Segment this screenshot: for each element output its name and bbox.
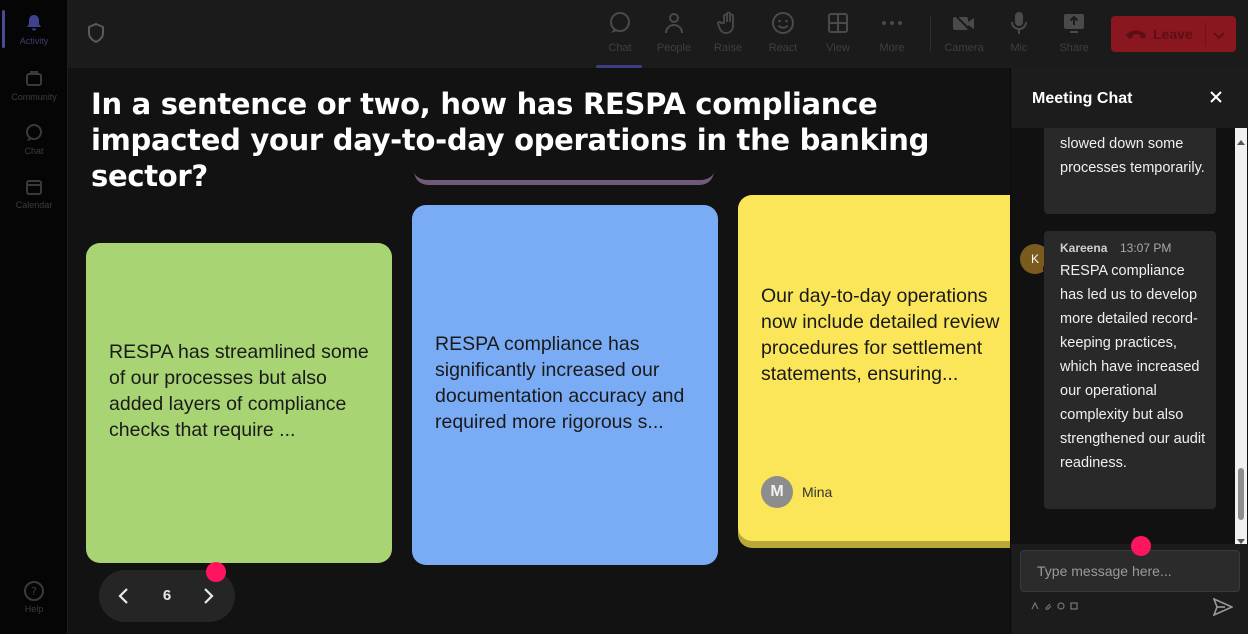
message-sender: Kareena bbox=[1060, 241, 1108, 255]
svg-text:?: ? bbox=[31, 585, 37, 598]
message-time: 13:07 PM bbox=[1120, 241, 1172, 255]
view-label: View bbox=[826, 42, 850, 54]
person-icon bbox=[661, 10, 687, 36]
share-button[interactable]: Share bbox=[1046, 10, 1102, 62]
rail-item-community[interactable]: Community bbox=[0, 60, 68, 114]
share-label: Share bbox=[1059, 42, 1089, 54]
more-label: More bbox=[879, 42, 905, 54]
response-card[interactable]: RESPA compliance has significantly incre… bbox=[412, 205, 718, 565]
rail-item-calendar[interactable]: Calendar bbox=[0, 168, 68, 222]
chat-format-toolbar bbox=[1031, 602, 1078, 610]
chevron-left-icon[interactable] bbox=[117, 587, 133, 605]
meeting-chat-panel: Meeting Chat slowed down some processes … bbox=[1010, 68, 1248, 634]
send-icon[interactable] bbox=[1212, 597, 1235, 618]
rail-label: Calendar bbox=[15, 200, 53, 210]
avatar-initial: K bbox=[1030, 252, 1039, 266]
view-button[interactable]: View bbox=[810, 10, 866, 62]
scrollbar-thumb[interactable] bbox=[1238, 468, 1244, 520]
card-text: Our day-to-day operations now include de… bbox=[761, 285, 1000, 385]
rail-item-chat[interactable]: Chat bbox=[0, 114, 68, 168]
camera-label: Camera bbox=[944, 42, 984, 54]
chat-bubble-icon bbox=[23, 122, 45, 144]
react-button[interactable]: React bbox=[755, 10, 811, 62]
more-dots-icon bbox=[879, 10, 905, 36]
smiley-icon bbox=[770, 10, 796, 36]
microphone-icon bbox=[1006, 10, 1032, 36]
chat-label: Chat bbox=[608, 42, 632, 54]
calendar-icon bbox=[23, 176, 45, 198]
meeting-toolbar: Chat People Raise React View More Camera… bbox=[68, 0, 1248, 68]
share-screen-icon bbox=[1061, 10, 1087, 36]
page-number: 6 bbox=[162, 587, 172, 604]
pointer-marker bbox=[206, 562, 226, 582]
chevron-down-icon[interactable] bbox=[1212, 28, 1226, 40]
emoji-icon[interactable] bbox=[1057, 602, 1065, 610]
response-card[interactable]: RESPA has streamlined some of our proces… bbox=[86, 243, 392, 563]
more-button[interactable]: More bbox=[864, 10, 920, 62]
avatar: M bbox=[761, 476, 793, 508]
chat-message-input[interactable] bbox=[1020, 550, 1240, 592]
react-label: React bbox=[768, 42, 798, 54]
rail-item-help[interactable]: ? Help bbox=[0, 572, 68, 626]
rail-label: Chat bbox=[24, 146, 44, 156]
author-name: Mina bbox=[802, 484, 833, 500]
chat-scrollbar[interactable] bbox=[1235, 128, 1247, 544]
chat-icon bbox=[607, 10, 633, 36]
chat-message-list[interactable]: slowed down some processes temporarily. … bbox=[1011, 128, 1248, 544]
chat-message: slowed down some processes temporarily. bbox=[1044, 128, 1216, 214]
attach-icon[interactable] bbox=[1044, 602, 1052, 610]
chat-title: Meeting Chat bbox=[1032, 90, 1133, 107]
chevron-right-icon[interactable] bbox=[201, 587, 217, 605]
chat-button[interactable]: Chat bbox=[592, 10, 648, 68]
hang-up-icon bbox=[1125, 27, 1147, 41]
rail-label: Community bbox=[11, 92, 57, 102]
presentation-stage: In a sentence or two, how has RESPA comp… bbox=[68, 68, 1010, 634]
scroll-up-icon[interactable] bbox=[1237, 132, 1245, 145]
hand-icon bbox=[715, 10, 741, 36]
people-label: People bbox=[656, 42, 692, 54]
rail-label: Activity bbox=[19, 36, 49, 46]
message-text: RESPA compliance has led us to develop m… bbox=[1060, 263, 1206, 471]
help-icon: ? bbox=[23, 580, 45, 602]
leave-divider bbox=[1205, 22, 1206, 46]
app-rail: Activity Community Chat Calendar ? Help bbox=[0, 0, 68, 634]
response-card[interactable]: Our day-to-day operations now include de… bbox=[738, 195, 1010, 541]
community-icon bbox=[23, 68, 45, 90]
chat-message: Kareena 13:07 PM RESPA compliance has le… bbox=[1044, 231, 1216, 509]
card-text: RESPA compliance has significantly incre… bbox=[435, 333, 685, 433]
grid-view-icon bbox=[825, 10, 851, 36]
close-icon[interactable] bbox=[1209, 90, 1225, 106]
leave-label: Leave bbox=[1153, 26, 1193, 42]
people-button[interactable]: People bbox=[646, 10, 702, 62]
rail-label: Help bbox=[24, 604, 44, 614]
gif-icon[interactable] bbox=[1070, 602, 1078, 610]
raise-hand-button[interactable]: Raise bbox=[700, 10, 756, 62]
raise-label: Raise bbox=[713, 42, 743, 54]
camera-button[interactable]: Camera bbox=[936, 10, 992, 62]
toolbar-divider bbox=[930, 16, 931, 52]
camera-off-icon bbox=[951, 10, 977, 36]
mic-label: Mic bbox=[1010, 42, 1028, 54]
card-author: M Mina bbox=[761, 476, 832, 508]
format-text-icon[interactable] bbox=[1031, 602, 1039, 610]
shield-icon[interactable] bbox=[86, 22, 110, 46]
rail-item-activity[interactable]: Activity bbox=[0, 4, 68, 58]
pointer-marker bbox=[1131, 536, 1151, 556]
bell-icon bbox=[23, 12, 45, 34]
card-peek bbox=[414, 169, 714, 185]
card-text: RESPA has streamlined some of our proces… bbox=[109, 341, 369, 441]
scroll-down-icon[interactable] bbox=[1237, 532, 1245, 544]
mic-button[interactable]: Mic bbox=[991, 10, 1047, 62]
leave-button[interactable]: Leave bbox=[1111, 16, 1236, 52]
message-text: slowed down some processes temporarily. bbox=[1060, 136, 1205, 176]
